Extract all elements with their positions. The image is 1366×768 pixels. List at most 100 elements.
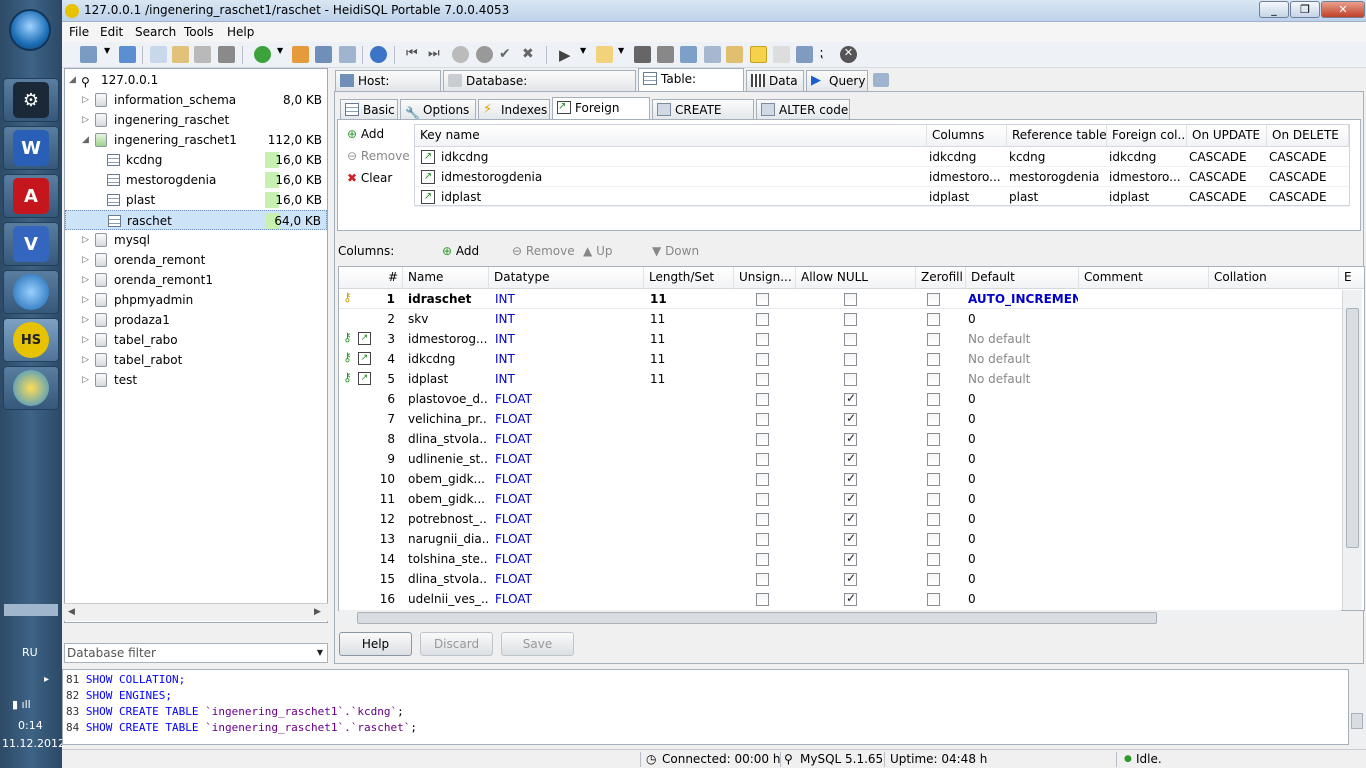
tree-item[interactable]: raschet 64,0 KB <box>65 210 327 230</box>
column-header[interactable]: Length/Set <box>644 267 734 289</box>
column-default[interactable]: No default <box>968 329 1078 349</box>
zerofill-checkbox[interactable] <box>927 453 940 466</box>
menu-help[interactable]: Help <box>227 25 254 39</box>
column-row[interactable]: ⚷ ↗ 3 idmestorog... INT 11 No default <box>339 329 1344 349</box>
unsigned-checkbox[interactable] <box>756 513 769 526</box>
zerofill-checkbox[interactable] <box>927 313 940 326</box>
column-header[interactable]: Name <box>403 267 489 289</box>
undo-icon[interactable] <box>194 46 211 63</box>
column-datatype[interactable]: INT <box>495 289 635 309</box>
fk-remove-button[interactable]: ⊖ Remove <box>347 149 410 163</box>
column-row[interactable]: 10 obem_gidk... FLOAT 0 <box>339 469 1344 489</box>
allow-null-checkbox[interactable] <box>844 313 857 326</box>
column-length[interactable] <box>650 489 730 509</box>
fk-cell[interactable]: idplast <box>1109 187 1185 207</box>
column-header[interactable]: # <box>339 267 403 289</box>
column-length[interactable]: 11 <box>650 349 730 369</box>
last-record-icon[interactable]: ⏭ <box>428 46 445 63</box>
column-row[interactable]: 13 narugnii_dia... FLOAT 0 <box>339 529 1344 549</box>
column-row[interactable]: ⚷ 1 idraschet INT 11 AUTO_INCREMENT <box>339 289 1344 309</box>
chevron-down-icon[interactable]: ▼ <box>317 648 323 657</box>
tab-table[interactable]: Table: raschet <box>638 68 744 106</box>
dropdown-arrow-icon[interactable]: ▼ <box>618 46 626 63</box>
unsigned-checkbox[interactable] <box>756 493 769 506</box>
zerofill-checkbox[interactable] <box>927 593 940 606</box>
zerofill-checkbox[interactable] <box>927 493 940 506</box>
menu-edit[interactable]: Edit <box>100 25 123 39</box>
column-default[interactable]: 0 <box>968 489 1078 509</box>
allow-null-checkbox[interactable] <box>844 591 857 606</box>
fk-cell[interactable]: idkcdng <box>929 147 1005 167</box>
zerofill-checkbox[interactable] <box>927 333 940 346</box>
column-default[interactable]: 0 <box>968 509 1078 529</box>
zerofill-checkbox[interactable] <box>927 373 940 386</box>
column-datatype[interactable]: FLOAT <box>495 469 635 489</box>
insert-record-icon[interactable] <box>452 46 469 63</box>
collapse-icon[interactable]: ◢ <box>69 70 77 90</box>
save-button[interactable]: Save <box>501 632 574 656</box>
column-default[interactable]: 0 <box>968 429 1078 449</box>
unsigned-checkbox[interactable] <box>756 553 769 566</box>
columns-vertical-scrollbar[interactable] <box>1342 290 1362 610</box>
column-name[interactable]: obem_gidk... <box>408 469 488 489</box>
column-header[interactable]: Allow NULL <box>796 267 916 289</box>
tree-item[interactable]: ▷ mysql <box>65 230 327 250</box>
zerofill-checkbox[interactable] <box>927 553 940 566</box>
warning-icon[interactable] <box>750 46 767 63</box>
post-icon[interactable]: ✔ <box>499 46 516 63</box>
allow-null-checkbox[interactable] <box>844 431 857 446</box>
allow-null-checkbox[interactable] <box>844 491 857 506</box>
menu-file[interactable]: File <box>69 25 89 39</box>
fk-cell[interactable]: idplast <box>929 187 1005 207</box>
column-length[interactable]: 11 <box>650 289 730 309</box>
unsigned-checkbox[interactable] <box>756 473 769 486</box>
delete-record-icon[interactable] <box>476 46 493 63</box>
columns-horizontal-scrollbar[interactable] <box>339 610 1341 626</box>
expand-icon[interactable]: ▷ <box>82 370 90 390</box>
column-name[interactable]: dlina_stvola... <box>408 429 488 449</box>
column-datatype[interactable]: FLOAT <box>495 409 635 429</box>
tree-root[interactable]: ◢ ⚲ 127.0.0.1 <box>65 70 327 90</box>
column-default[interactable]: 0 <box>968 389 1078 409</box>
format-sql-icon[interactable] <box>704 46 721 63</box>
column-datatype[interactable]: FLOAT <box>495 489 635 509</box>
expand-icon[interactable]: ▷ <box>82 270 90 290</box>
column-name[interactable]: idkcdng <box>408 349 488 369</box>
tree-item[interactable]: ▷ tabel_rabot <box>65 350 327 370</box>
close-button[interactable]: ✕ <box>1321 1 1365 18</box>
allow-null-checkbox[interactable] <box>844 511 857 526</box>
fk-cell[interactable]: plast <box>1009 187 1105 207</box>
zerofill-checkbox[interactable] <box>927 433 940 446</box>
allow-null-checkbox[interactable] <box>844 471 857 486</box>
unsigned-checkbox[interactable] <box>756 533 769 546</box>
column-datatype[interactable]: INT <box>495 349 635 369</box>
column-default[interactable]: 0 <box>968 309 1078 329</box>
column-name[interactable]: udlinenie_st... <box>408 449 488 469</box>
fk-cell[interactable]: CASCADE <box>1189 167 1265 187</box>
fk-column-header[interactable]: On DELETE <box>1267 125 1349 147</box>
paste-icon[interactable] <box>172 46 189 63</box>
expand-icon[interactable]: ▷ <box>82 90 90 110</box>
clock-date[interactable]: 11.12.2012 <box>2 737 65 750</box>
column-row[interactable]: 2 skv INT 11 0 <box>339 309 1344 329</box>
scrollbar-thumb[interactable] <box>1346 308 1359 548</box>
menu-tools[interactable]: Tools <box>184 25 214 39</box>
fk-cell[interactable]: CASCADE <box>1269 187 1347 207</box>
copy-icon[interactable] <box>150 46 167 63</box>
allow-null-checkbox[interactable] <box>844 531 857 546</box>
disconnect-icon[interactable] <box>119 46 136 63</box>
column-name[interactable]: skv <box>408 309 488 329</box>
column-name[interactable]: idraschet <box>408 289 488 309</box>
column-datatype[interactable]: FLOAT <box>495 589 635 609</box>
zerofill-checkbox[interactable] <box>927 533 940 546</box>
tab-database[interactable]: Database: ingenering_raschet1 <box>443 70 636 108</box>
fk-cell[interactable]: CASCADE <box>1269 147 1347 167</box>
column-row[interactable]: 15 dlina_stvola... FLOAT 0 <box>339 569 1344 589</box>
taskbar-steam-button[interactable]: ⚙ <box>3 78 59 122</box>
cursor-icon[interactable]: ⁏ <box>819 46 836 63</box>
fk-column-header[interactable]: Columns <box>927 125 1007 147</box>
fk-cell[interactable]: idplast <box>441 187 921 207</box>
taskbar-acrobat-button[interactable]: A <box>3 174 59 218</box>
word-wrap-icon[interactable] <box>796 46 813 63</box>
expand-icon[interactable]: ▷ <box>82 290 90 310</box>
